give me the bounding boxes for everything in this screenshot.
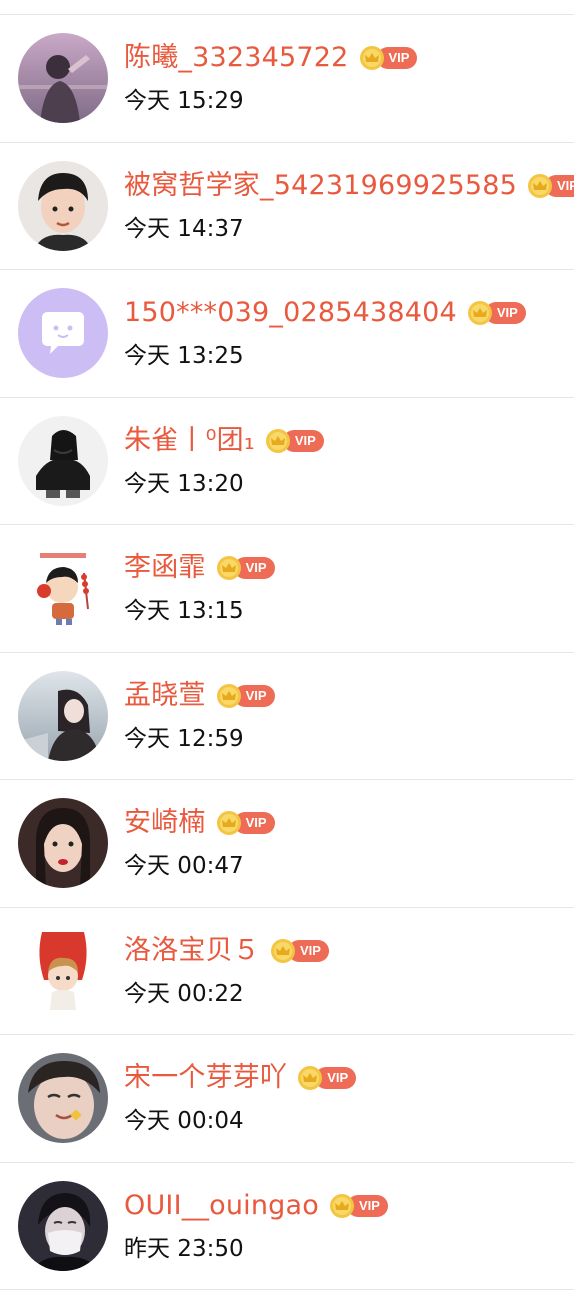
crown-icon <box>216 555 242 581</box>
visitor-name[interactable]: 宋一个芽芽吖 <box>124 1060 287 1096</box>
visit-time: 今天 13:20 <box>124 468 244 500</box>
crown-icon <box>467 300 493 326</box>
visitor-row[interactable]: 150***039_0285438404 VIP 今天 13:25 <box>0 270 574 398</box>
visit-time: 今天 13:15 <box>124 595 244 627</box>
visit-time: 今天 00:47 <box>124 850 244 882</box>
girl-portrait-avatar[interactable] <box>18 798 108 888</box>
visit-time: 今天 13:25 <box>124 340 244 372</box>
visit-time: 今天 15:29 <box>124 85 244 117</box>
visitor-row[interactable]: 陈曦_332345722 VIP 今天 15:29 <box>0 15 574 143</box>
visit-time: 今天 00:04 <box>124 1105 244 1137</box>
masked-boy-avatar[interactable] <box>18 1181 108 1271</box>
vip-badge: VIP <box>359 45 418 71</box>
visitor-name[interactable]: 被窝哲学家_54231969925585 <box>124 168 517 204</box>
girl-photo-avatar[interactable] <box>18 33 108 123</box>
vip-badge: VIP <box>329 1193 388 1219</box>
visit-time: 昨天 23:50 <box>124 1233 244 1265</box>
visitor-row[interactable]: 李函霏 VIP 今天 13:15 <box>0 525 574 653</box>
visit-time: 今天 14:37 <box>124 213 244 245</box>
boy-closeup-avatar[interactable] <box>18 1053 108 1143</box>
visitor-row[interactable]: OUII__ouingao VIP 昨天 23:50 <box>0 1163 574 1290</box>
vip-badge: VIP <box>216 683 275 709</box>
visitor-name[interactable]: 陈曦_332345722 <box>124 40 349 76</box>
visitor-name[interactable]: 孟晓萱 <box>124 678 206 714</box>
visitor-row[interactable]: 安崎楠 VIP 今天 00:47 <box>0 780 574 908</box>
cartoon-boy-red-avatar[interactable] <box>18 926 108 1016</box>
vip-badge: VIP <box>297 1065 356 1091</box>
crown-icon <box>527 173 553 199</box>
visitor-row[interactable]: 朱雀丨⁰团₁ VIP 今天 13:20 <box>0 398 574 526</box>
cartoon-child-avatar[interactable] <box>18 543 108 633</box>
boy-photo-avatar[interactable] <box>18 161 108 251</box>
visitor-name[interactable]: 朱雀丨⁰团₁ <box>124 423 255 459</box>
visitor-name[interactable]: 洛洛宝贝５ <box>124 933 260 969</box>
visitor-row[interactable]: 宋一个芽芽吖 VIP 今天 00:04 <box>0 1035 574 1163</box>
visitor-row[interactable]: 孟晓萱 VIP 今天 12:59 <box>0 653 574 781</box>
visit-time: 今天 00:22 <box>124 978 244 1010</box>
default-chat-bubble-avatar[interactable] <box>18 288 108 378</box>
crown-icon <box>297 1065 323 1091</box>
crown-icon <box>329 1193 355 1219</box>
visitor-name[interactable]: 李函霏 <box>124 550 206 586</box>
visitor-name[interactable]: OUII__ouingao <box>124 1188 319 1224</box>
visitor-list: 陈曦_332345722 VIP 今天 15:29 被窝哲学家_54231969… <box>0 15 574 1290</box>
visitor-row[interactable]: 洛洛宝贝５ VIP 今天 00:22 <box>0 908 574 1036</box>
crown-icon <box>216 810 242 836</box>
vip-badge: VIP <box>216 555 275 581</box>
visitor-name[interactable]: 安崎楠 <box>124 805 206 841</box>
crouching-figure-avatar[interactable] <box>18 416 108 506</box>
vip-badge: VIP <box>265 428 324 454</box>
vip-badge: VIP <box>216 810 275 836</box>
vip-badge: VIP <box>467 300 526 326</box>
crown-icon <box>270 938 296 964</box>
visit-time: 今天 12:59 <box>124 723 244 755</box>
crown-icon <box>359 45 385 71</box>
winter-girl-avatar[interactable] <box>18 671 108 761</box>
crown-icon <box>265 428 291 454</box>
visitor-name[interactable]: 150***039_0285438404 <box>124 295 457 331</box>
vip-badge: VIP <box>527 173 574 199</box>
vip-badge: VIP <box>270 938 329 964</box>
crown-icon <box>216 683 242 709</box>
visitor-row[interactable]: 被窝哲学家_54231969925585 VIP 今天 14:37 <box>0 143 574 271</box>
